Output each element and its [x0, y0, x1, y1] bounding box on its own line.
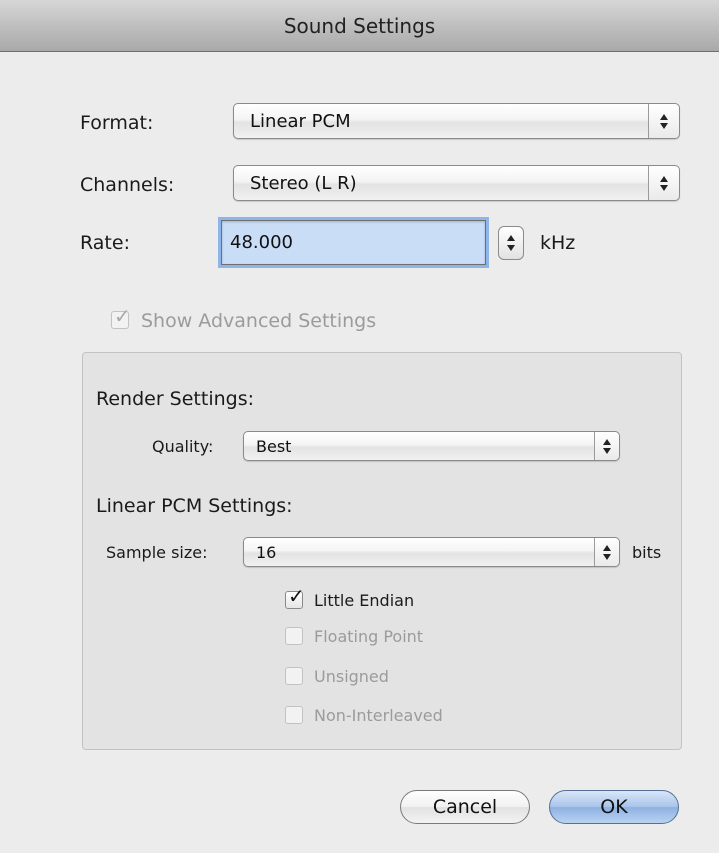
cancel-button[interactable]: Cancel	[400, 790, 530, 824]
render-settings-heading: Render Settings:	[96, 388, 255, 410]
ok-button[interactable]: OK	[549, 790, 679, 824]
sample-size-unit: bits	[632, 543, 662, 562]
unsigned-label: Unsigned	[314, 667, 389, 686]
quality-popup-value: Best	[256, 436, 292, 456]
floating-point-checkbox[interactable]	[285, 627, 303, 645]
rate-input[interactable]	[221, 220, 486, 265]
show-advanced-label: Show Advanced Settings	[141, 310, 377, 332]
non-interleaved-checkbox[interactable]	[285, 706, 303, 724]
rate-stepper[interactable]	[498, 226, 524, 260]
format-popup[interactable]: Linear PCM	[233, 103, 680, 139]
rate-unit: kHz	[540, 232, 576, 254]
little-endian-label: Little Endian	[314, 591, 415, 610]
quality-popup[interactable]: Best	[243, 431, 620, 461]
stepper-down-icon[interactable]	[507, 245, 515, 251]
popup-arrows-icon	[648, 104, 679, 138]
linear-pcm-settings-heading: Linear PCM Settings:	[96, 495, 293, 517]
sample-size-label: Sample size:	[106, 543, 208, 562]
sample-size-popup-value: 16	[256, 542, 277, 562]
quality-label: Quality:	[152, 437, 214, 456]
popup-arrows-icon	[594, 432, 619, 460]
channels-popup[interactable]: Stereo (L R)	[233, 165, 680, 201]
popup-arrows-icon	[594, 538, 619, 566]
format-label: Format:	[80, 112, 154, 134]
little-endian-checkbox[interactable]: ✓	[285, 586, 305, 609]
channels-label: Channels:	[80, 174, 175, 196]
rate-label: Rate:	[80, 232, 130, 254]
show-advanced-checkbox[interactable]: ✓	[111, 306, 131, 329]
popup-arrows-icon	[648, 166, 679, 200]
unsigned-checkbox[interactable]	[285, 667, 303, 685]
floating-point-label: Floating Point	[314, 627, 424, 646]
title-bar: Sound Settings	[0, 0, 719, 52]
checkmark-icon: ✓	[288, 584, 305, 608]
sample-size-popup[interactable]: 16	[243, 537, 620, 567]
channels-popup-value: Stereo (L R)	[250, 172, 357, 194]
non-interleaved-label: Non-Interleaved	[314, 706, 443, 725]
stepper-up-icon[interactable]	[507, 235, 515, 241]
checkmark-icon: ✓	[114, 304, 131, 328]
window-title: Sound Settings	[283, 14, 436, 38]
format-popup-value: Linear PCM	[250, 110, 351, 132]
